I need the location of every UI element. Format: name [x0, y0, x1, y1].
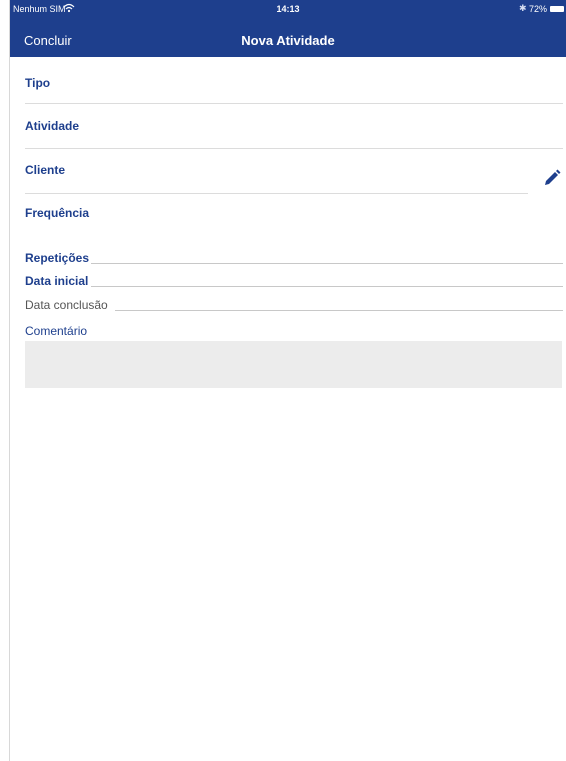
repeticoes-row: Repetições [25, 251, 563, 265]
frequencia-field-label[interactable]: Frequência [25, 206, 89, 220]
data-conclusao-label: Data conclusão [25, 298, 108, 312]
navigation-header: Nenhum SIM 14:13 ✱ 72% Concluir Nova Ati… [10, 0, 566, 57]
comentario-textarea[interactable] [25, 341, 562, 388]
comentario-label: Comentário [25, 324, 88, 338]
cliente-field-divider [25, 193, 528, 194]
atividade-field-label[interactable]: Atividade [25, 119, 79, 133]
data-inicial-label: Data inicial [25, 274, 89, 288]
clock-time: 14:13 [276, 4, 300, 14]
atividade-field-divider [25, 148, 563, 149]
battery-icon [550, 6, 564, 12]
battery-percentage: 72% [529, 4, 548, 14]
cliente-field-label[interactable]: Cliente [25, 163, 65, 177]
tipo-field-label[interactable]: Tipo [25, 76, 50, 90]
tipo-field-divider [25, 103, 563, 104]
repeticoes-label: Repetições [25, 251, 90, 265]
pencil-icon[interactable] [542, 168, 562, 188]
repeticoes-input[interactable] [91, 263, 563, 264]
data-conclusao-input[interactable] [115, 310, 563, 311]
data-conclusao-row: Data conclusão [25, 298, 563, 312]
nav-bar: Concluir Nova Atividade [10, 24, 566, 56]
page-title: Nova Atividade [241, 33, 335, 48]
data-inicial-row: Data inicial [25, 274, 563, 288]
bluetooth-icon: ✱ [519, 3, 527, 13]
app-screen: Nenhum SIM 14:13 ✱ 72% Concluir Nova Ati… [10, 0, 566, 761]
status-bar: Nenhum SIM 14:13 ✱ 72% [10, 0, 566, 22]
data-inicial-input[interactable] [91, 286, 563, 287]
